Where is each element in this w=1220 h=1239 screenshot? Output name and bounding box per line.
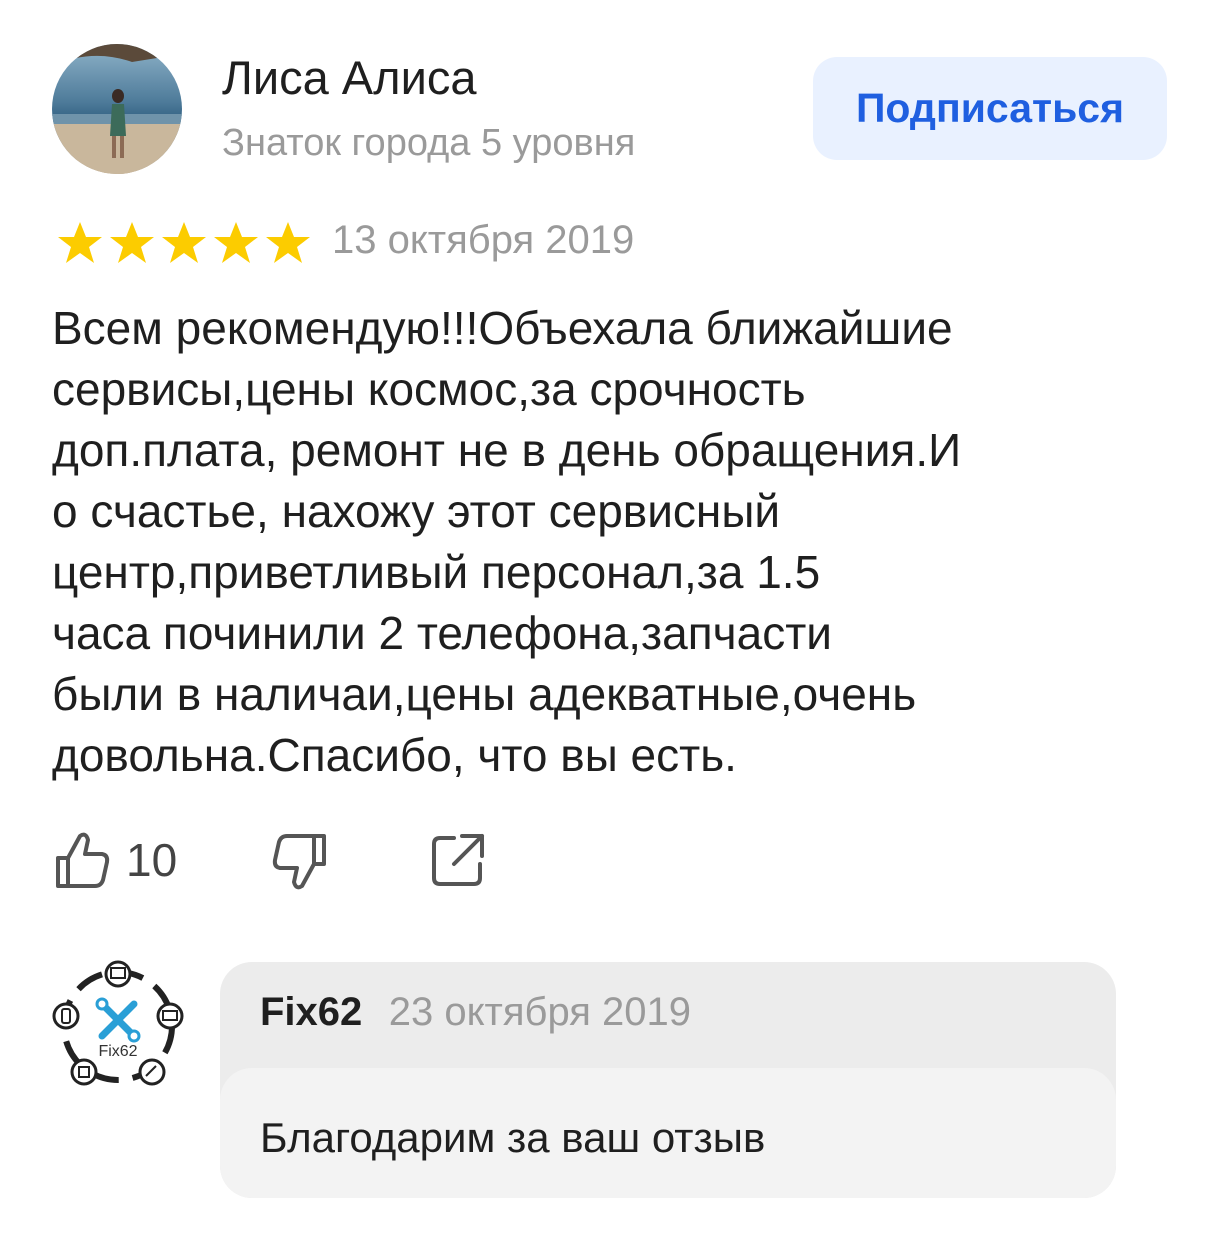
reply-text: Благодарим за ваш отзыв (260, 1114, 766, 1161)
review-line: довольна.Спасибо, что вы есть. (52, 729, 737, 781)
star-icon (110, 222, 154, 263)
user-photo-avatar-icon (52, 44, 182, 174)
review-line: о счастье, нахожу этот сервисный (52, 485, 781, 537)
review-line: были в наличаи,цены адекватные,очень (52, 668, 917, 720)
reply-header: Fix62 23 октября 2019 (260, 990, 691, 1035)
subscribe-button[interactable]: Подписаться (813, 57, 1167, 160)
star-icon (58, 222, 102, 263)
review-line: часа починили 2 телефона,запчасти (52, 607, 832, 659)
reply-author[interactable]: Fix62 (260, 990, 362, 1034)
review-line: сервисы,цены космос,за срочность (52, 363, 806, 415)
review-text: Всем рекомендую!!!Объехала ближайшие сер… (52, 298, 1162, 786)
reply-date: 23 октября 2019 (388, 990, 691, 1034)
business-reply: Fix62 23 октября 2019 Благодарим за ваш … (220, 962, 1116, 1198)
review-line: центр,приветливый персонал,за 1.5 (52, 546, 821, 598)
thumbs-down-icon (272, 834, 326, 890)
thumbs-up-icon (56, 832, 110, 888)
share-icon (432, 834, 484, 886)
star-icon (266, 222, 310, 263)
author-level: Знаток города 5 уровня (222, 122, 636, 164)
logo-text: Fix62 (98, 1043, 137, 1060)
star-icon (214, 222, 258, 263)
rating-stars (55, 220, 313, 266)
like-count: 10 (126, 834, 178, 886)
business-logo: Fix62 (52, 960, 184, 1092)
dislike-button[interactable] (268, 828, 332, 897)
star-icon (162, 222, 206, 263)
avatar[interactable] (52, 44, 182, 174)
review-line: доп.плата, ремонт не в день обращения.И (52, 424, 962, 476)
review-line: Всем рекомендую!!!Объехала ближайшие (52, 302, 953, 354)
reply-body: Благодарим за ваш отзыв (220, 1068, 1116, 1198)
like-button[interactable]: 10 (50, 828, 177, 892)
share-button[interactable] (426, 828, 490, 897)
review-date: 13 октября 2019 (332, 218, 635, 262)
author-name[interactable]: Лиса Алиса (222, 50, 476, 105)
fix62-logo-icon: Fix62 (52, 960, 184, 1086)
